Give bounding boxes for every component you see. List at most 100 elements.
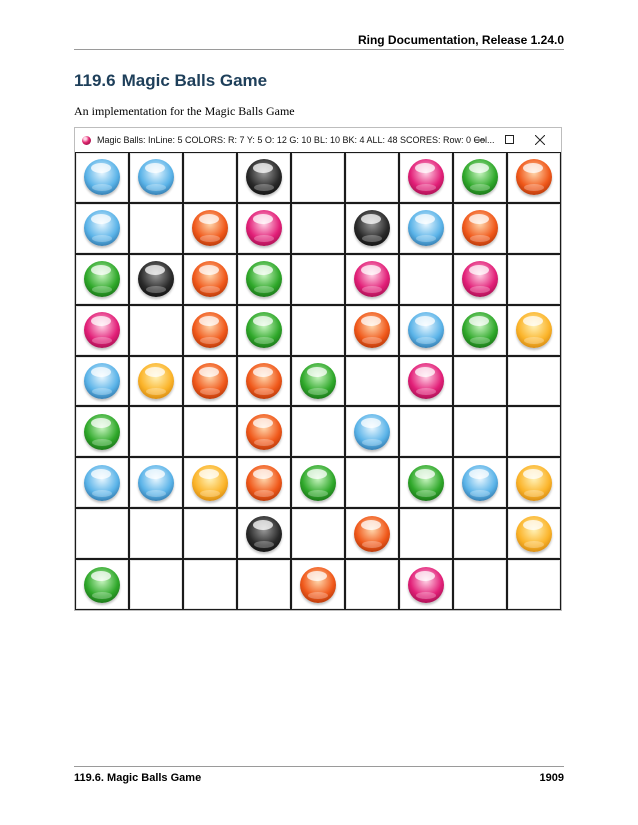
board-cell[interactable] bbox=[292, 509, 344, 559]
board-cell[interactable] bbox=[400, 254, 452, 304]
board-cell[interactable] bbox=[346, 153, 398, 202]
board-cell[interactable] bbox=[184, 305, 236, 355]
board-cell[interactable] bbox=[400, 560, 452, 609]
close-button[interactable] bbox=[525, 128, 555, 152]
board-cell[interactable] bbox=[184, 407, 236, 457]
board-cell[interactable] bbox=[292, 458, 344, 508]
board-cell[interactable] bbox=[400, 305, 452, 355]
board-cell[interactable] bbox=[184, 254, 236, 304]
board-cell[interactable] bbox=[292, 203, 344, 253]
board-cell[interactable] bbox=[130, 458, 182, 508]
board-cell[interactable] bbox=[130, 356, 182, 406]
board-cell[interactable] bbox=[76, 560, 128, 609]
maximize-button[interactable] bbox=[495, 128, 525, 152]
board-cell[interactable] bbox=[292, 560, 344, 609]
board-cell[interactable] bbox=[454, 254, 506, 304]
board-cell[interactable] bbox=[400, 458, 452, 508]
board-cell[interactable] bbox=[454, 509, 506, 559]
board-cell[interactable] bbox=[400, 356, 452, 406]
green-ball-icon bbox=[300, 362, 336, 399]
board-cell[interactable] bbox=[238, 254, 290, 304]
board-cell[interactable] bbox=[76, 254, 128, 304]
board-cell[interactable] bbox=[400, 153, 452, 202]
game-window-screenshot: Magic Balls: InLine: 5 COLORS: R: 7 Y: 5… bbox=[74, 127, 562, 611]
green-ball-icon bbox=[84, 566, 120, 603]
window-controls bbox=[465, 128, 555, 152]
board-cell[interactable] bbox=[76, 203, 128, 253]
board-cell[interactable] bbox=[130, 254, 182, 304]
board-cell[interactable] bbox=[184, 203, 236, 253]
board-cell[interactable] bbox=[346, 407, 398, 457]
board-cell[interactable] bbox=[292, 254, 344, 304]
board-cell[interactable] bbox=[454, 305, 506, 355]
board-cell[interactable] bbox=[130, 407, 182, 457]
board-cell[interactable] bbox=[130, 203, 182, 253]
board-cell[interactable] bbox=[508, 203, 560, 253]
board-cell[interactable] bbox=[346, 509, 398, 559]
board-cell[interactable] bbox=[76, 458, 128, 508]
green-ball-icon bbox=[462, 159, 498, 196]
board-cell[interactable] bbox=[508, 509, 560, 559]
board-cell[interactable] bbox=[184, 153, 236, 202]
board-cell[interactable] bbox=[238, 407, 290, 457]
board-cell[interactable] bbox=[238, 509, 290, 559]
black-ball-icon bbox=[138, 261, 174, 298]
board-cell[interactable] bbox=[508, 153, 560, 202]
board-cell[interactable] bbox=[238, 305, 290, 355]
board-cell[interactable] bbox=[292, 356, 344, 406]
board-cell[interactable] bbox=[346, 203, 398, 253]
board-cell[interactable] bbox=[76, 509, 128, 559]
board-cell[interactable] bbox=[346, 560, 398, 609]
board-cell[interactable] bbox=[454, 153, 506, 202]
board-cell[interactable] bbox=[346, 305, 398, 355]
board-cell[interactable] bbox=[508, 305, 560, 355]
board-cell[interactable] bbox=[238, 458, 290, 508]
board-cell[interactable] bbox=[454, 203, 506, 253]
board-cell[interactable] bbox=[508, 560, 560, 609]
board-cell[interactable] bbox=[184, 458, 236, 508]
board-cell[interactable] bbox=[130, 509, 182, 559]
footer-section-label: 119.6. Magic Balls Game bbox=[74, 772, 202, 784]
blue-ball-icon bbox=[408, 210, 444, 247]
board-cell[interactable] bbox=[508, 356, 560, 406]
board-cell[interactable] bbox=[292, 153, 344, 202]
board-cell[interactable] bbox=[130, 560, 182, 609]
board-cell[interactable] bbox=[400, 509, 452, 559]
board-cell[interactable] bbox=[238, 203, 290, 253]
board-cell[interactable] bbox=[508, 458, 560, 508]
board-cell[interactable] bbox=[184, 509, 236, 559]
board-cell[interactable] bbox=[130, 153, 182, 202]
board-cell[interactable] bbox=[76, 356, 128, 406]
board-cell[interactable] bbox=[76, 407, 128, 457]
board-cell[interactable] bbox=[346, 356, 398, 406]
board-cell[interactable] bbox=[508, 254, 560, 304]
board-cell[interactable] bbox=[76, 153, 128, 202]
board-cell[interactable] bbox=[454, 458, 506, 508]
orange-ball-icon bbox=[192, 210, 228, 247]
board-cell[interactable] bbox=[184, 356, 236, 406]
board-cell[interactable] bbox=[238, 560, 290, 609]
orange-ball-icon bbox=[354, 515, 390, 552]
yellow-ball-icon bbox=[138, 362, 174, 399]
board-cell[interactable] bbox=[292, 305, 344, 355]
blue-ball-icon bbox=[84, 210, 120, 247]
board-cell[interactable] bbox=[400, 203, 452, 253]
blue-ball-icon bbox=[354, 413, 390, 450]
board-cell[interactable] bbox=[238, 356, 290, 406]
board-cell[interactable] bbox=[454, 560, 506, 609]
board-cell[interactable] bbox=[130, 305, 182, 355]
board-cell[interactable] bbox=[508, 407, 560, 457]
board-cell[interactable] bbox=[454, 356, 506, 406]
board-cell[interactable] bbox=[346, 458, 398, 508]
blue-ball-icon bbox=[138, 464, 174, 501]
orange-ball-icon bbox=[192, 362, 228, 399]
board-cell[interactable] bbox=[454, 407, 506, 457]
board-cell[interactable] bbox=[400, 407, 452, 457]
board-cell[interactable] bbox=[238, 153, 290, 202]
board-cell[interactable] bbox=[292, 407, 344, 457]
board-cell[interactable] bbox=[184, 560, 236, 609]
board-cell[interactable] bbox=[346, 254, 398, 304]
minimize-icon bbox=[475, 139, 485, 141]
board-cell[interactable] bbox=[76, 305, 128, 355]
minimize-button[interactable] bbox=[465, 128, 495, 152]
